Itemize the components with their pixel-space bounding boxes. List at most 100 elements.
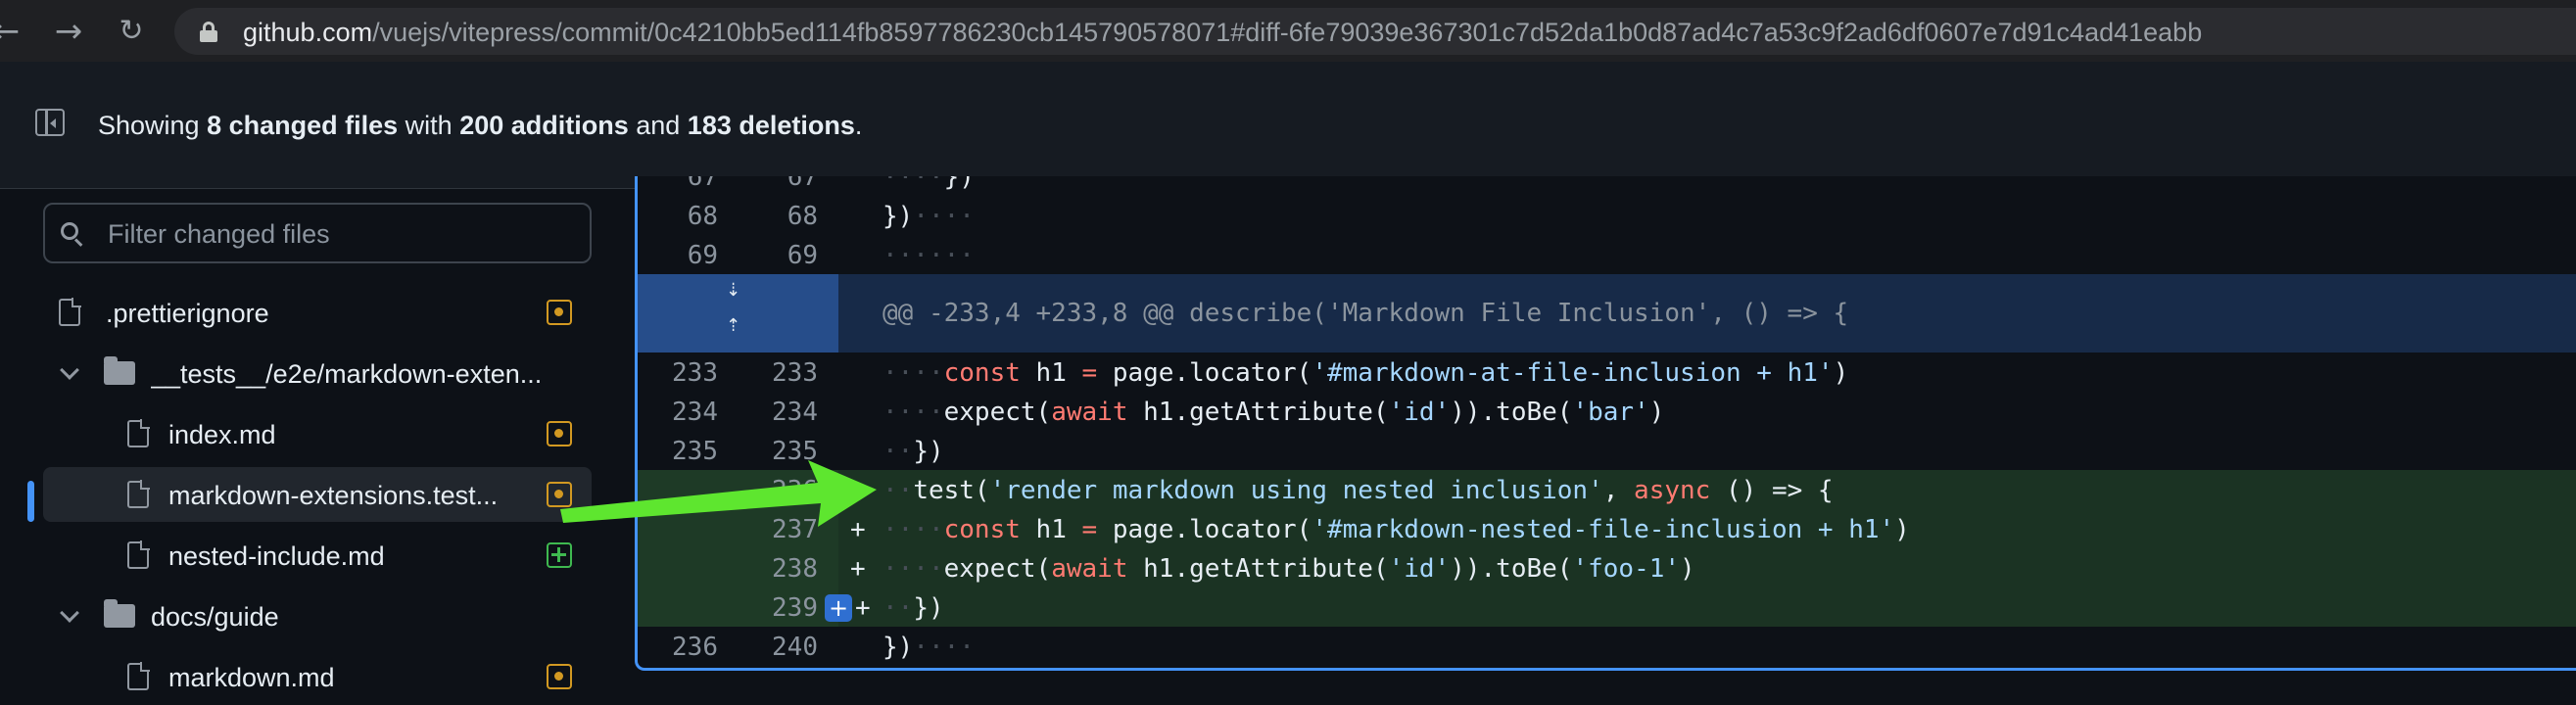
code-token: = [1081, 515, 1098, 544]
file-tree-item[interactable]: index.md [43, 406, 592, 461]
file-tree: Filter changed files .prettierignore __t… [0, 189, 627, 705]
new-line-number[interactable]: 67 [759, 176, 818, 190]
code-token: }) [883, 202, 914, 231]
code-token: ) [1648, 398, 1665, 427]
new-line-number[interactable]: 234 [759, 400, 818, 425]
code-token: h1.getAttribute( [1127, 398, 1389, 427]
code-token: )).toBe( [1450, 398, 1573, 427]
lock-icon[interactable] [200, 22, 217, 42]
file-icon [127, 540, 150, 569]
expand-up-icon[interactable]: ⇡ [726, 315, 740, 336]
code: ····const h1 = page.locator('#markdown-a… [883, 358, 1849, 388]
file-tree-item[interactable]: nested-include.md [43, 528, 592, 583]
file-tree-item[interactable]: markdown.md [43, 649, 592, 704]
diff-line-added[interactable]: 238 + ····expect(await h1.getAttribute('… [638, 548, 2576, 588]
added-icon [547, 542, 572, 568]
diff-line[interactable]: 234 234 ····expect(await h1.getAttribute… [638, 392, 2576, 431]
arrow-left-icon[interactable]: ← [0, 12, 25, 51]
old-line-number[interactable]: 236 [659, 634, 718, 660]
new-line-number[interactable]: 68 [759, 204, 818, 229]
code: ··}) [883, 437, 944, 466]
file-icon [59, 298, 81, 326]
file-tree-item-active[interactable]: markdown-extensions.test... [43, 467, 592, 522]
diff-line[interactable]: 69 69 ······ [638, 235, 2576, 274]
file-icon [127, 662, 150, 690]
added-marker: + [850, 476, 866, 505]
chevron-down-icon[interactable] [60, 360, 79, 380]
chevron-down-icon[interactable] [60, 603, 79, 623]
added-marker: + [850, 554, 866, 584]
folder-name: docs/guide [151, 602, 279, 632]
file-name: .prettierignore [106, 299, 269, 328]
code-token: 'bar' [1572, 398, 1649, 427]
new-line-number[interactable]: 233 [759, 360, 818, 386]
code-token: expect( [943, 398, 1052, 427]
sidebar-toggle-icon[interactable] [35, 109, 65, 136]
url-text[interactable]: github.com/vuejs/vitepress/commit/0c4210… [243, 18, 2202, 47]
code: })···· [883, 202, 975, 231]
code-token: const [943, 358, 1021, 388]
diff-line-added[interactable]: 236 + ··test('render markdown using nest… [638, 470, 2576, 509]
code-token: h1.getAttribute( [1127, 554, 1389, 584]
changed-files-count[interactable]: 8 changed files [207, 111, 398, 140]
active-file-marker [27, 481, 34, 522]
modified-icon [547, 482, 572, 507]
code-token: 'id' [1388, 554, 1451, 584]
file-name: markdown.md [168, 663, 335, 692]
old-line-number[interactable]: 69 [659, 243, 718, 268]
url-host: github.com [243, 18, 373, 47]
expand-down-icon[interactable]: ⇣ [726, 280, 740, 301]
plus-icon[interactable]: + [825, 594, 852, 622]
hunk-text: @@ -233,4 +233,8 @@ describe('Markdown F… [883, 299, 1849, 328]
code-token: expect( [943, 554, 1052, 584]
new-line-number[interactable]: 237 [759, 517, 818, 542]
diff-summary: Showing 8 changed files with 200 additio… [98, 109, 862, 142]
diff-line-added[interactable]: 237 + ····const h1 = page.locator('#mark… [638, 509, 2576, 548]
old-line-number[interactable]: 67 [659, 176, 718, 190]
diff-line[interactable]: 236 240 })···· [638, 627, 2576, 666]
new-line-number[interactable]: 239 [759, 595, 818, 621]
diff-line[interactable]: 235 235 ··}) [638, 431, 2576, 470]
file-name: markdown-extensions.test... [168, 481, 499, 510]
old-line-number[interactable]: 233 [659, 360, 718, 386]
search-icon [61, 222, 83, 247]
file-tree-item[interactable]: .prettierignore [43, 285, 592, 340]
old-line-number[interactable]: 68 [659, 204, 718, 229]
code: ····const h1 = page.locator('#markdown-n… [883, 515, 1910, 544]
code-token: '#markdown-nested-file-inclusion + h1' [1312, 515, 1895, 544]
code-token: async [1634, 476, 1711, 505]
added-marker: + [850, 515, 866, 544]
new-line-number[interactable]: 235 [759, 439, 818, 464]
old-line-number[interactable]: 235 [659, 439, 718, 464]
modified-icon [547, 421, 572, 446]
folder-icon [104, 599, 135, 628]
code-token: const [943, 515, 1021, 544]
url-path: /vuejs/vitepress/commit/0c4210bb5ed114fb… [372, 18, 2203, 47]
code-token: }) [943, 176, 975, 192]
address-bar[interactable]: github.com/vuejs/vitepress/commit/0c4210… [174, 8, 2576, 55]
new-line-number[interactable]: 236 [759, 478, 818, 503]
new-line-number[interactable]: 240 [759, 634, 818, 660]
diff-line-added[interactable]: 239 + + ··}) [638, 588, 2576, 627]
folder-item[interactable]: docs/guide [43, 588, 592, 643]
filter-input[interactable]: Filter changed files [43, 203, 592, 263]
diff-line[interactable]: 233 233 ····const h1 = page.locator('#ma… [638, 352, 2576, 392]
code-token: }) [913, 437, 944, 466]
expand-gutter[interactable]: ⇣ ⇡ [638, 274, 838, 352]
code-token: 'render markdown using nested inclusion' [989, 476, 1603, 505]
reload-icon[interactable]: ↻ [112, 12, 151, 51]
code: ····expect(await h1.getAttribute('id')).… [883, 554, 1695, 584]
new-line-number[interactable]: 69 [759, 243, 818, 268]
old-line-number[interactable]: 234 [659, 400, 718, 425]
file-name: index.md [168, 420, 276, 449]
diff-line[interactable]: 67 67 ····}) [638, 176, 2576, 196]
arrow-right-icon[interactable]: → [49, 12, 88, 51]
diff-line[interactable]: 68 68 })···· [638, 196, 2576, 235]
file-name: nested-include.md [168, 541, 385, 571]
code-token: page.locator( [1097, 515, 1312, 544]
code-token: }) [883, 633, 914, 662]
new-line-number[interactable]: 238 [759, 556, 818, 582]
code: ··test('render markdown using nested inc… [883, 476, 1834, 505]
folder-item[interactable]: __tests__/e2e/markdown-exten... [43, 346, 592, 400]
code: ······ [883, 241, 975, 270]
